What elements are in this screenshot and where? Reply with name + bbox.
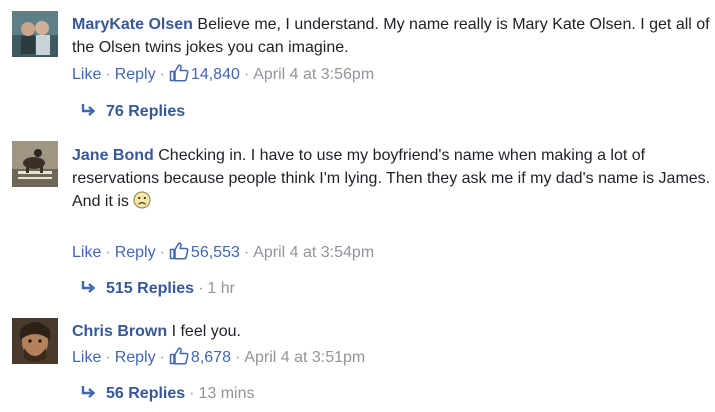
reply-link[interactable]: Reply — [115, 244, 156, 261]
comment-author[interactable]: Jane Bond — [72, 147, 154, 164]
replies-row: 515 Replies · 1 hr — [80, 278, 235, 300]
separator-dot: · — [159, 66, 165, 83]
thumbs-up-icon[interactable] — [169, 347, 189, 365]
comment-author[interactable]: Chris Brown — [72, 323, 167, 340]
comment-actions: Like · Reply · 14,840 · April 4 at 3:56pm — [72, 64, 374, 86]
separator-dot: · — [234, 349, 241, 366]
like-count[interactable]: 8,678 — [191, 349, 231, 366]
reply-link[interactable]: Reply — [115, 349, 156, 366]
replies-row: 56 Replies · 13 mins — [80, 383, 255, 405]
separator-dot: · — [243, 244, 250, 261]
reply-arrow-icon — [80, 102, 96, 116]
separator-dot: · — [243, 66, 250, 83]
comment-timestamp[interactable]: April 4 at 3:51pm — [244, 349, 365, 366]
like-count[interactable]: 56,553 — [191, 244, 240, 261]
comment-timestamp[interactable]: April 4 at 3:54pm — [253, 244, 374, 261]
like-link[interactable]: Like — [72, 349, 101, 366]
avatar[interactable] — [12, 141, 58, 187]
view-replies-link[interactable]: 76 Replies — [106, 103, 185, 120]
separator-dot: · — [189, 385, 195, 402]
comment-timestamp[interactable]: April 4 at 3:56pm — [253, 66, 374, 83]
like-link[interactable]: Like — [72, 66, 101, 83]
thumbs-up-icon[interactable] — [169, 64, 189, 82]
like-count[interactable]: 14,840 — [191, 66, 240, 83]
separator-dot: · — [105, 349, 111, 366]
replies-time: 1 hr — [207, 280, 235, 297]
comment-body: Jane Bond Checking in. I have to use my … — [72, 144, 712, 213]
comment-text-line: And it is — [72, 193, 129, 210]
thumbs-up-icon[interactable] — [169, 242, 189, 260]
comment-actions: Like · Reply · 56,553 · April 4 at 3:54pm — [72, 242, 374, 264]
comment-body: MaryKate Olsen Believe me, I understand.… — [72, 13, 712, 59]
comment-author[interactable]: MaryKate Olsen — [72, 16, 193, 33]
avatar[interactable] — [12, 318, 58, 364]
comment-text: I feel you. — [171, 323, 241, 340]
frown-emoji-icon — [133, 191, 151, 209]
reply-link[interactable]: Reply — [115, 66, 156, 83]
avatar[interactable] — [12, 11, 58, 57]
separator-dot: · — [159, 244, 165, 261]
comment-actions: Like · Reply · 8,678 · April 4 at 3:51pm — [72, 347, 365, 369]
view-replies-link[interactable]: 56 Replies — [106, 385, 185, 402]
separator-dot: · — [105, 244, 111, 261]
separator-dot: · — [198, 280, 204, 297]
comment-text: Checking in. I have to use my boyfriend'… — [72, 147, 711, 187]
replies-row: 76 Replies — [80, 101, 185, 123]
view-replies-link[interactable]: 515 Replies — [106, 280, 194, 297]
comment-body: Chris Brown I feel you. — [72, 320, 712, 343]
replies-time: 13 mins — [198, 385, 255, 402]
separator-dot: · — [159, 349, 165, 366]
like-link[interactable]: Like — [72, 244, 101, 261]
separator-dot: · — [105, 66, 111, 83]
reply-arrow-icon — [80, 279, 96, 293]
reply-arrow-icon — [80, 384, 96, 398]
